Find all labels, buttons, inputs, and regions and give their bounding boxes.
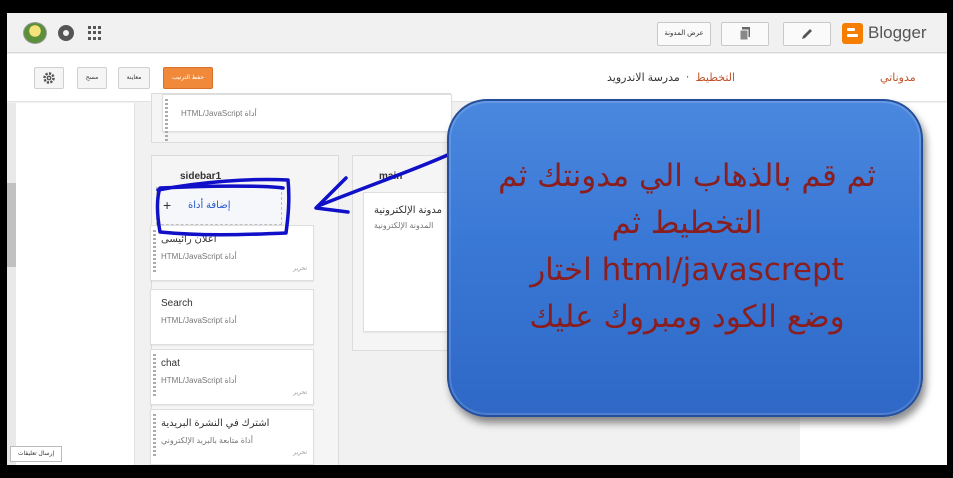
breadcrumb-separator: · [685,71,690,83]
callout-line-2: التخطيط ثم [611,205,763,241]
sidebar1-title: sidebar1 [180,171,222,182]
breadcrumb-blog[interactable]: مدرسة الاندرويد [607,71,680,84]
gadget-title: اشترك في النشرة البريدية [161,418,270,429]
account-avatar[interactable] [23,22,47,44]
gadget-title: chat [161,358,180,369]
callout-line-4: وضع الكود ومبروك عليك [529,299,845,335]
gadget-title: مدونة الإلكترونية [374,205,442,216]
pages-button[interactable] [721,22,769,46]
preview-button[interactable]: معاينة [118,67,150,89]
callout-text: ثم قم بالذهاب الي مدونتك ثم التخطيط ثم h… [469,153,905,341]
clear-button[interactable]: مسح [77,67,107,89]
pages-icon [739,27,750,41]
my-blogs-link[interactable]: مدوناتي [880,71,916,84]
blogger-icon [842,22,863,44]
gadget-type: HTML/JavaScript أداة [161,252,237,261]
gadget-edit-link[interactable]: تحرير [293,389,307,396]
new-post-button[interactable] [783,22,831,46]
breadcrumb-layout: التخطيط [695,72,736,84]
gear-icon [43,72,55,84]
page-scrollbar[interactable] [7,103,16,465]
left-navigation [7,103,135,465]
drag-handle[interactable] [165,99,168,141]
notifications-icon[interactable] [58,25,74,41]
main-title: main [379,171,403,182]
instruction-callout: ثم قم بالذهاب الي مدونتك ثم التخطيط ثم h… [447,99,923,417]
gadget-type: HTML/JavaScript أداة [181,109,257,118]
header-section: HTML/JavaScript أداة [151,93,452,143]
scrollbar-thumb[interactable] [7,183,16,267]
callout-line-3: html/javascrept اختار [530,252,844,288]
top-bar: عرض المدونة Blogger [7,13,947,53]
layout-toolbar: مسح معاينة حفظ الترتيب مدرسة الاندرويد ·… [7,54,947,102]
gadget-title: اعلان رائيسى [161,234,217,245]
callout-line-1: ثم قم بالذهاب الي مدونتك ثم [498,158,876,194]
add-gadget-label: إضافة أداة [188,200,231,211]
sidebar-gadget-newsletter[interactable]: اشترك في النشرة البريدية أداة متابعة بال… [150,409,314,465]
gadget-edit-link[interactable]: تحرير [293,449,307,456]
breadcrumb: مدرسة الاندرويد · التخطيط [607,71,735,84]
view-blog-button[interactable]: عرض المدونة [657,22,711,46]
save-arrangement-button[interactable]: حفظ الترتيب [163,67,213,89]
gadget-type: HTML/JavaScript أداة [161,376,237,385]
gadget-type: المدونة الإلكترونية [374,221,434,230]
header-gadget[interactable]: HTML/JavaScript أداة [162,94,452,141]
main-section: main مدونة الإلكترونية المدونة الإلكترون… [352,155,463,351]
blogger-brand-text: Blogger [868,23,927,42]
sidebar-gadget-main-ad[interactable]: اعلان رائيسى HTML/JavaScript أداة تحرير [150,225,314,281]
settings-button[interactable] [34,67,64,89]
sidebar-gadget-search[interactable]: Search HTML/JavaScript أداة [150,289,314,345]
add-gadget-button[interactable]: + إضافة أداة [156,187,282,225]
sidebar-gadget-chat[interactable]: chat HTML/JavaScript أداة تحرير [150,349,314,405]
plus-icon: + [163,197,172,213]
gadget-type: أداة متابعة بالبريد الإلكتروني [161,436,253,445]
pencil-icon [802,29,812,39]
blogger-logo[interactable]: Blogger [842,21,927,45]
drag-handle[interactable] [153,414,156,456]
gadget-edit-link[interactable]: تحرير [293,265,307,272]
send-feedback-button[interactable]: إرسال تعليقات [10,446,62,462]
gadget-type: HTML/JavaScript أداة [161,316,237,325]
drag-handle[interactable] [153,230,156,272]
drag-handle[interactable] [153,354,156,396]
gadget-title: Search [161,298,193,309]
apps-grid-icon[interactable] [88,26,102,40]
